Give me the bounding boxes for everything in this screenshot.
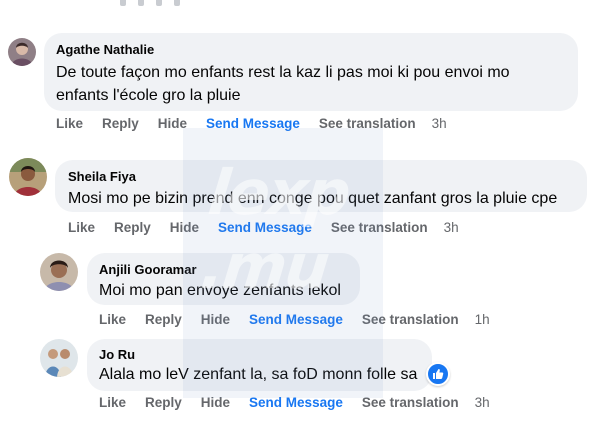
comment-text-line-1: Moi mo pan envoye zenfants lekol [99,282,341,299]
hide-button[interactable]: Hide [158,116,187,131]
profile-photo-icon [40,339,78,377]
hide-button[interactable]: Hide [201,312,230,327]
timestamp[interactable]: 3h [432,116,447,131]
reply-button[interactable]: Reply [145,312,182,327]
avatar[interactable] [40,253,78,291]
previous-comment-fragment [120,0,180,10]
send-message-button[interactable]: Send Message [218,220,312,235]
send-message-button[interactable]: Send Message [206,116,300,131]
author-name[interactable]: Sheila Fiya [68,169,136,184]
send-message-button[interactable]: Send Message [249,312,343,327]
like-button[interactable]: Like [56,116,83,131]
author-name[interactable]: Jo Ru [99,347,135,362]
like-button[interactable]: Like [99,395,126,410]
reply-button[interactable]: Reply [114,220,151,235]
see-translation-button[interactable]: See translation [362,312,459,327]
comment-actions: Like Reply Hide Send Message See transla… [68,220,459,235]
like-button[interactable]: Like [99,312,126,327]
see-translation-button[interactable]: See translation [319,116,416,131]
timestamp[interactable]: 3h [475,395,490,410]
like-button[interactable]: Like [68,220,95,235]
avatar[interactable] [9,158,47,196]
author-name[interactable]: Anjili Gooramar [99,262,197,277]
comment-text-line-1: De toute façon mo enfants rest la kaz li… [56,64,510,81]
comment-text-line-2: enfants l'école gro la pluie [56,87,241,104]
profile-photo-icon [40,253,78,291]
timestamp[interactable]: 3h [444,220,459,235]
avatar[interactable] [8,38,36,66]
profile-photo-icon [9,158,47,196]
comment-actions: Like Reply Hide Send Message See transla… [56,116,447,131]
reply-button[interactable]: Reply [145,395,182,410]
timestamp[interactable]: 1h [475,312,490,327]
like-thumb-icon[interactable] [426,362,450,386]
avatar[interactable] [40,339,78,377]
comment-actions: Like Reply Hide Send Message See transla… [99,312,490,327]
hide-button[interactable]: Hide [170,220,199,235]
hide-button[interactable]: Hide [201,395,230,410]
reply-button[interactable]: Reply [102,116,139,131]
send-message-button[interactable]: Send Message [249,395,343,410]
comment-actions: Like Reply Hide Send Message See transla… [99,395,490,410]
comment-text-line-1: Alala mo leV zenfant la, sa foD monn fol… [99,366,418,383]
see-translation-button[interactable]: See translation [362,395,459,410]
author-name[interactable]: Agathe Nathalie [56,42,154,57]
see-translation-button[interactable]: See translation [331,220,428,235]
comment-thread: Agathe Nathalie De toute façon mo enfant… [0,0,600,435]
profile-photo-icon [8,38,36,66]
comment-text-line-1: Mosi mo pe bizin prend enn conge pou que… [68,190,558,207]
